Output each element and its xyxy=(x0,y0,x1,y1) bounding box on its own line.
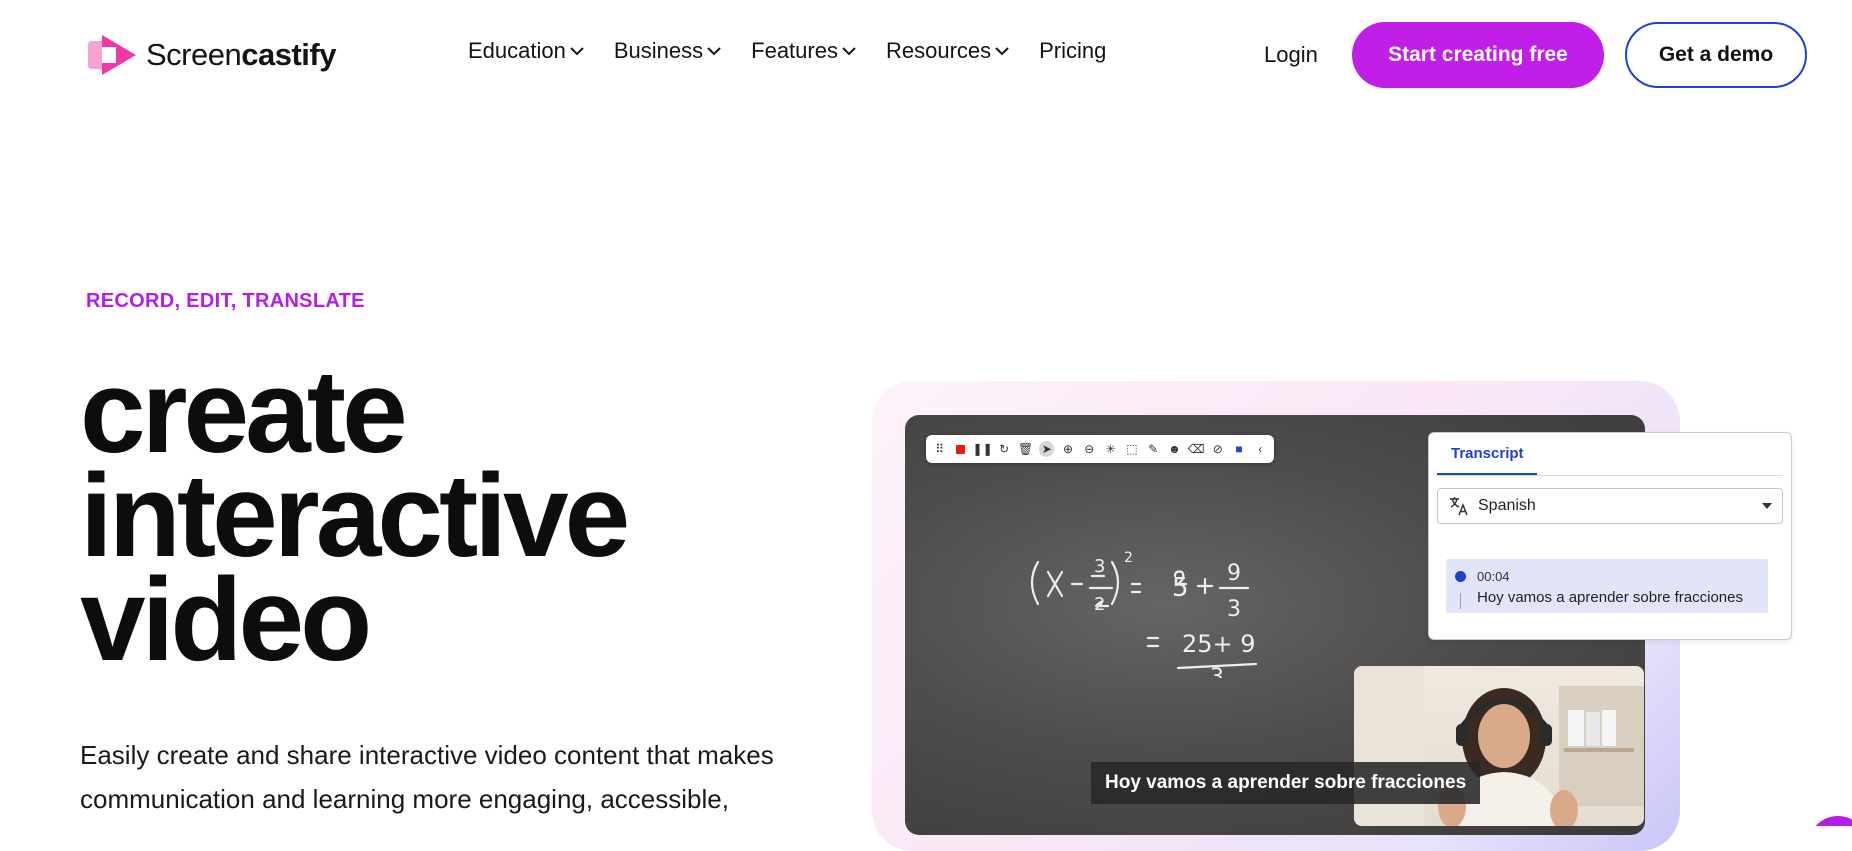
timeline-dot-icon xyxy=(1455,571,1466,582)
chalkboard-equation: 3 2 2 5 9 3 25+ 9 3 xyxy=(1030,550,1258,678)
nav-features[interactable]: Features xyxy=(751,38,856,64)
hero-eyebrow: RECORD, EDIT, TRANSLATE xyxy=(86,290,365,312)
headline-line-3: video xyxy=(80,554,372,686)
chevron-down-icon xyxy=(707,47,721,56)
eraser-icon[interactable]: ⌫ xyxy=(1188,441,1205,457)
get-a-demo-button[interactable]: Get a demo xyxy=(1625,22,1807,88)
pause-icon[interactable]: ❚❚ xyxy=(973,441,993,457)
hero-subtext: Easily create and share interactive vide… xyxy=(80,733,820,821)
webcam-icon[interactable]: ■ xyxy=(1231,441,1246,457)
nav-education[interactable]: Education xyxy=(468,38,584,64)
delete-icon[interactable]: 🗑 xyxy=(1018,441,1033,457)
tab-active-indicator xyxy=(1437,473,1537,475)
svg-text:2: 2 xyxy=(1094,594,1105,615)
hero-headline: create interactive video xyxy=(80,346,630,686)
language-select[interactable]: Spanish xyxy=(1437,488,1783,524)
nav-resources-label: Resources xyxy=(885,38,992,63)
logo[interactable]: Screencastify xyxy=(88,33,336,77)
hero-subtext-line-1: Easily create and share interactive vide… xyxy=(80,740,774,770)
spotlight-icon[interactable]: ✳ xyxy=(1103,441,1118,457)
chevron-down-icon xyxy=(842,47,856,56)
video-caption: Hoy vamos a aprender sobre fracciones xyxy=(1091,762,1481,804)
transcript-panel: Transcript Spanish 00:04 Hoy vamos a apr… xyxy=(1428,432,1792,640)
screencastify-logo-icon xyxy=(88,35,136,75)
nav-pricing[interactable]: Pricing xyxy=(1039,38,1106,64)
main-nav: Education Business Features Resources Pr… xyxy=(468,38,1106,64)
hide-cursor-icon[interactable]: ⊘ xyxy=(1210,441,1225,457)
nav-business[interactable]: Business xyxy=(614,38,721,64)
chevron-down-icon xyxy=(570,47,584,56)
timeline-line xyxy=(1460,593,1461,609)
tab-divider xyxy=(1437,475,1783,476)
recording-toolbar: ⠿ ❚❚ ↻ 🗑 ➤ ⊕ ⊖ ✳ ⬚ ✎ ☻ ⌫ ⊘ ■ ‹ xyxy=(926,435,1274,463)
svg-text:9: 9 xyxy=(1227,561,1241,586)
caret-down-icon xyxy=(1762,503,1772,509)
svg-text:25+ 9: 25+ 9 xyxy=(1182,630,1256,658)
restart-icon[interactable]: ↻ xyxy=(997,441,1012,457)
logo-wordmark: Screencastify xyxy=(146,37,336,73)
collapse-icon[interactable]: ‹ xyxy=(1253,441,1268,457)
start-creating-free-button[interactable]: Start creating free xyxy=(1352,22,1604,88)
chat-help-button[interactable] xyxy=(1808,816,1852,826)
translate-icon xyxy=(1450,497,1468,516)
drag-handle-icon[interactable]: ⠿ xyxy=(932,441,947,457)
login-link[interactable]: Login xyxy=(1264,42,1318,68)
headline-line-2: interactive xyxy=(80,450,630,582)
svg-text:3: 3 xyxy=(1210,665,1224,678)
svg-text:3: 3 xyxy=(1227,597,1241,622)
transcript-entry[interactable]: 00:04 Hoy vamos a aprender sobre fraccio… xyxy=(1446,559,1768,613)
zoom-out-icon[interactable]: ⊖ xyxy=(1082,441,1097,457)
zoom-in-icon[interactable]: ⊕ xyxy=(1060,441,1075,457)
crop-icon[interactable]: ⬚ xyxy=(1124,441,1139,457)
headline-line-1: create xyxy=(80,346,408,478)
pen-icon[interactable]: ✎ xyxy=(1146,441,1161,457)
hero-subtext-line-2: communication and learning more engaging… xyxy=(80,784,729,814)
nav-pricing-label: Pricing xyxy=(1039,38,1107,63)
tab-transcript[interactable]: Transcript xyxy=(1451,445,1524,462)
logo-wordmark-bold: castify xyxy=(241,37,336,72)
transcript-text: Hoy vamos a aprender sobre fracciones xyxy=(1477,589,1743,606)
language-select-value: Spanish xyxy=(1478,497,1536,514)
svg-text:2: 2 xyxy=(1124,550,1133,566)
nav-resources[interactable]: Resources xyxy=(886,38,1009,64)
cursor-icon[interactable]: ➤ xyxy=(1039,441,1055,457)
transcript-timestamp: 00:04 xyxy=(1477,569,1510,584)
emoji-icon[interactable]: ☻ xyxy=(1167,441,1182,457)
logo-wordmark-light: Screen xyxy=(146,37,242,72)
chevron-down-icon xyxy=(995,47,1009,56)
record-stop-icon[interactable] xyxy=(953,441,968,457)
nav-business-label: Business xyxy=(613,38,704,63)
nav-education-label: Education xyxy=(468,38,566,63)
svg-text:3: 3 xyxy=(1094,556,1105,577)
nav-features-label: Features xyxy=(751,38,838,63)
svg-text:5: 5 xyxy=(1172,573,1189,603)
